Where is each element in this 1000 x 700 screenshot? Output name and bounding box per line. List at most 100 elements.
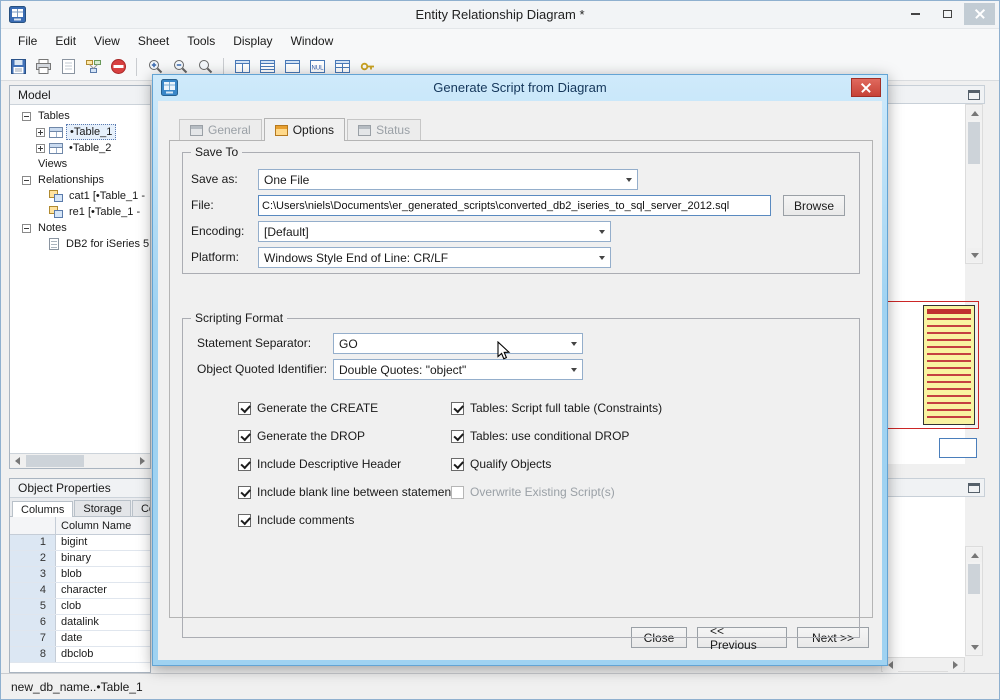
diagram-note-thumbnail[interactable]	[939, 438, 977, 458]
scroll-left-button[interactable]	[10, 454, 25, 468]
window-title: Entity Relationship Diagram *	[415, 7, 585, 22]
tree-item-relationship-re1[interactable]: re1 [•Table_1 -	[10, 204, 150, 220]
chevron-down-icon	[565, 360, 582, 379]
column-name-cell: character	[61, 584, 107, 596]
arrow-left-icon	[15, 457, 20, 465]
scrollbar-thumb[interactable]	[26, 455, 84, 467]
scroll-up-button[interactable]	[967, 548, 982, 562]
tab-options[interactable]: Options	[263, 118, 346, 141]
bottom-horizontal-scrollbar[interactable]	[881, 657, 965, 672]
statusbar-text: new_db_name..•Table_1	[11, 679, 143, 694]
quoted-identifier-dropdown[interactable]: Double Quotes: "object"	[333, 359, 583, 380]
arrow-down-icon	[970, 644, 979, 650]
encoding-dropdown[interactable]: [Default]	[258, 221, 611, 242]
scroll-right-button[interactable]	[135, 454, 150, 468]
menu-edit[interactable]: Edit	[46, 31, 85, 51]
collapse-icon[interactable]	[22, 223, 31, 233]
tab-storage[interactable]: Storage	[74, 500, 131, 516]
table-row[interactable]: 3 blob	[10, 567, 150, 583]
scripting-format-group: Scripting Format Statement Separator: GO…	[182, 311, 860, 638]
tree-item-table2[interactable]: •Table_2	[10, 140, 150, 156]
row-number: 3	[10, 567, 56, 582]
chevron-down-icon	[565, 334, 582, 353]
tree-item-note-db2[interactable]: DB2 for iSeries 5	[10, 236, 150, 252]
model-panel-title: Model	[18, 88, 51, 102]
table-row[interactable]: 4 character	[10, 583, 150, 599]
scrollbar-thumb[interactable]	[968, 122, 980, 164]
checkbox-descriptive-header[interactable]: Include Descriptive Header	[238, 456, 401, 472]
checkbox-label: Tables: use conditional DROP	[470, 429, 630, 443]
diagram-table-thumbnail[interactable]	[923, 305, 975, 425]
float-panel-icon[interactable]	[968, 89, 980, 100]
dialog-tabs: General Options Status	[179, 118, 423, 141]
relationship-icon	[49, 206, 63, 218]
tab-constraints[interactable]: Co	[131, 500, 150, 516]
checkbox-generate-drop[interactable]: Generate the DROP	[238, 428, 365, 444]
save-as-dropdown[interactable]: One File	[258, 169, 638, 190]
table-row[interactable]: 1 bigint	[10, 535, 150, 551]
scroll-down-button[interactable]	[967, 640, 982, 654]
checkbox-script-full-table[interactable]: Tables: Script full table (Constraints)	[451, 400, 662, 416]
scroll-up-button[interactable]	[967, 106, 982, 120]
options-tab-icon	[274, 124, 288, 136]
tree-item-relationship-cat1[interactable]: cat1 [•Table_1 -	[10, 188, 150, 204]
close-button[interactable]	[964, 3, 995, 25]
bottom-right-canvas[interactable]	[881, 497, 965, 657]
platform-dropdown[interactable]: Windows Style End of Line: CR/LF	[258, 247, 611, 268]
collapse-icon[interactable]	[22, 175, 31, 185]
tab-general[interactable]: General	[179, 119, 262, 140]
table-row[interactable]: 6 datalink	[10, 615, 150, 631]
statement-separator-dropdown[interactable]: GO	[333, 333, 583, 354]
menu-sheet[interactable]: Sheet	[129, 31, 178, 51]
tab-status[interactable]: Status	[347, 119, 422, 140]
object-properties-tabs: Columns Storage Co	[10, 498, 150, 517]
scroll-right-button[interactable]	[948, 658, 963, 672]
column-name-cell: blob	[61, 568, 82, 580]
save-icon[interactable]	[7, 56, 29, 78]
minimize-button[interactable]	[900, 3, 931, 25]
tree-item-tables[interactable]: Tables	[10, 108, 150, 124]
checkbox-include-comments[interactable]: Include comments	[238, 512, 354, 528]
tree-item-relationships[interactable]: Relationships	[10, 172, 150, 188]
column-name-cell: date	[61, 632, 83, 644]
tree-item-table1[interactable]: •Table_1	[10, 124, 150, 140]
checkbox-conditional-drop[interactable]: Tables: use conditional DROP	[451, 428, 629, 444]
tab-columns[interactable]: Columns	[12, 501, 74, 517]
no-entry-icon[interactable]	[107, 56, 129, 78]
table-row[interactable]: 7 date	[10, 631, 150, 647]
menu-view[interactable]: View	[85, 31, 129, 51]
expand-icon[interactable]	[36, 127, 45, 137]
scrollbar-thumb[interactable]	[968, 564, 980, 594]
table-row[interactable]: 5 clob	[10, 599, 150, 615]
maximize-button[interactable]	[932, 3, 963, 25]
bottom-vertical-scrollbar[interactable]	[965, 546, 983, 656]
diagram-icon[interactable]	[82, 56, 104, 78]
column-name-header: Column Name	[61, 519, 132, 532]
page-icon[interactable]	[57, 56, 79, 78]
checkbox-label: Overwrite Existing Script(s)	[470, 485, 615, 499]
tree-item-notes[interactable]: Notes	[10, 220, 150, 236]
menu-file[interactable]: File	[9, 31, 46, 51]
scroll-down-button[interactable]	[967, 248, 982, 262]
file-path-input[interactable]	[258, 195, 771, 216]
checkbox-overwrite-existing: Overwrite Existing Script(s)	[451, 484, 615, 500]
dialog-body: General Options Status Save To Save as: …	[158, 101, 882, 660]
checkbox-generate-create[interactable]: Generate the CREATE	[238, 400, 378, 416]
float-panel-icon[interactable]	[968, 482, 980, 493]
tree-item-views[interactable]: Views	[10, 156, 150, 172]
menu-display[interactable]: Display	[224, 31, 281, 51]
checkbox-qualify-objects[interactable]: Qualify Objects	[451, 456, 551, 472]
menu-tools[interactable]: Tools	[178, 31, 224, 51]
horizontal-scrollbar[interactable]	[10, 453, 150, 468]
print-icon[interactable]	[32, 56, 54, 78]
diagram-panel-header	[881, 85, 985, 104]
table-row[interactable]: 2 binary	[10, 551, 150, 567]
checkbox-blank-line[interactable]: Include blank line between statements	[238, 484, 460, 500]
menu-window[interactable]: Window	[282, 31, 343, 51]
diagram-vertical-scrollbar[interactable]	[965, 104, 983, 264]
collapse-icon[interactable]	[22, 111, 31, 121]
expand-icon[interactable]	[36, 143, 45, 153]
browse-button[interactable]: Browse	[783, 195, 845, 216]
dialog-close-button[interactable]	[851, 78, 881, 97]
table-row[interactable]: 8 dbclob	[10, 647, 150, 663]
